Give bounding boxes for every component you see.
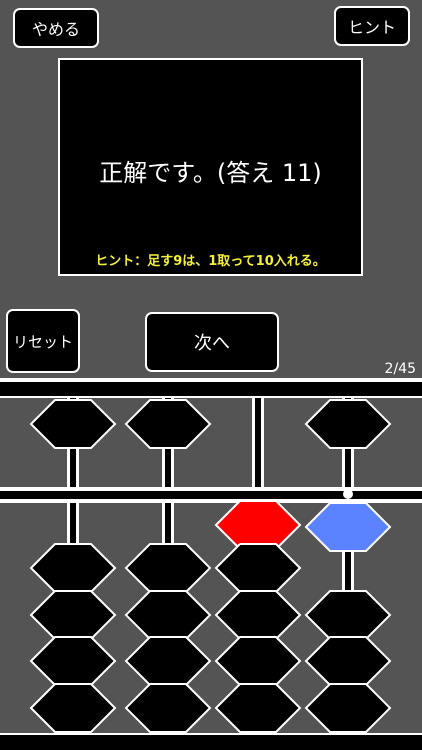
frame-top-inner-line <box>0 396 422 398</box>
abacus <box>0 378 422 750</box>
unit-dot <box>343 489 353 499</box>
earth-bead-rod-3-2[interactable] <box>214 590 302 640</box>
heaven-bead-rod-3[interactable] <box>214 500 302 550</box>
earth-bead-rod-1-3[interactable] <box>29 636 117 686</box>
heaven-bead-rod-1[interactable] <box>29 399 117 449</box>
earth-bead-rod-4-1[interactable] <box>304 502 392 552</box>
earth-bead-rod-3-4[interactable] <box>214 683 302 733</box>
frame-top <box>0 382 422 396</box>
earth-bead-rod-4-2[interactable] <box>304 590 392 640</box>
earth-bead-rod-4-4[interactable] <box>304 683 392 733</box>
earth-bead-rod-3-3[interactable] <box>214 636 302 686</box>
earth-bead-rod-1-4[interactable] <box>29 683 117 733</box>
earth-bead-rod-4-3[interactable] <box>304 636 392 686</box>
earth-bead-rod-2-3[interactable] <box>124 636 212 686</box>
beam <box>0 491 422 499</box>
earth-bead-rod-1-2[interactable] <box>29 590 117 640</box>
heaven-bead-rod-2[interactable] <box>124 399 212 449</box>
beam-top-line <box>0 487 422 491</box>
earth-bead-rod-3-1[interactable] <box>214 543 302 593</box>
earth-bead-rod-2-4[interactable] <box>124 683 212 733</box>
rod-core-heaven-3 <box>255 398 261 487</box>
earth-bead-rod-2-1[interactable] <box>124 543 212 593</box>
heaven-bead-rod-4[interactable] <box>304 399 392 449</box>
frame-bottom <box>0 735 422 750</box>
frame-bottom-line <box>0 733 422 735</box>
earth-bead-rod-1-1[interactable] <box>29 543 117 593</box>
frame-top-line <box>0 378 422 382</box>
earth-bead-rod-2-2[interactable] <box>124 590 212 640</box>
